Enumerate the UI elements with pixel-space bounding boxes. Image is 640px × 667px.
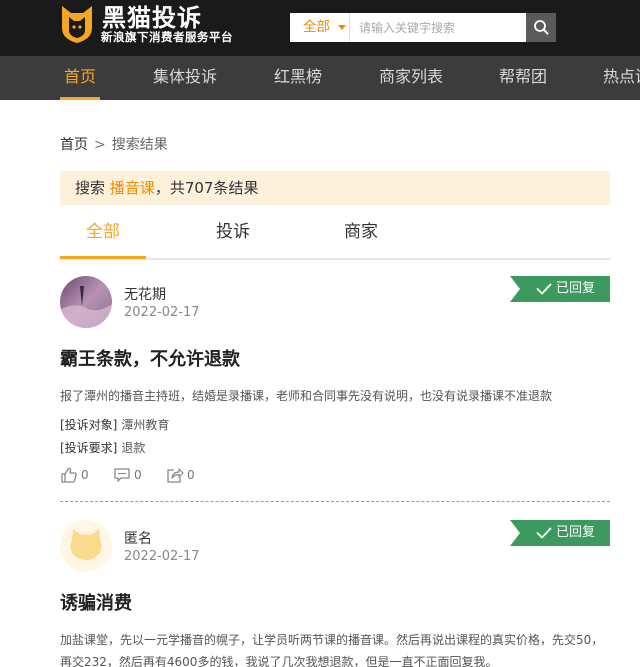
user-photo-icon bbox=[60, 276, 112, 328]
nav-item-hot-topics[interactable]: 热点调 bbox=[603, 56, 640, 100]
search-bar: 全部 bbox=[290, 13, 556, 42]
black-cat-shield-icon[interactable] bbox=[60, 4, 94, 44]
complaint-description[interactable]: 加盐课堂，先以一元学播音的幌子，让学员听两节课的播音课。然后再说出课程的真实价格… bbox=[60, 629, 610, 667]
complaint-description[interactable]: 报了潭州的播音主持班，结婚是录播课，老师和合同事先没有说明，也没有说录播课不准退… bbox=[60, 385, 610, 407]
result-prefix: 搜索 bbox=[75, 179, 106, 197]
search-button[interactable] bbox=[526, 13, 556, 42]
card-divider bbox=[60, 501, 610, 502]
post-date: 2022-02-17 bbox=[124, 305, 200, 320]
breadcrumb: 首页 > 搜索结果 bbox=[60, 136, 168, 154]
breadcrumb-home[interactable]: 首页 bbox=[60, 137, 88, 153]
comment-count: 0 bbox=[134, 468, 142, 482]
nav-item-help-group[interactable]: 帮帮团 bbox=[499, 56, 547, 100]
tab-all[interactable]: 全部 bbox=[60, 210, 146, 258]
search-input[interactable] bbox=[351, 13, 526, 42]
badge-notch bbox=[510, 276, 520, 302]
avatar[interactable] bbox=[60, 276, 112, 328]
status-badge: 已回复 bbox=[510, 276, 610, 302]
status-badge: 已回复 bbox=[510, 520, 610, 546]
speech-bubble-icon bbox=[114, 468, 130, 482]
cat-face-icon bbox=[60, 520, 112, 572]
result-keyword: 播音课 bbox=[109, 179, 155, 197]
tab-active-indicator bbox=[60, 256, 146, 259]
caret-down-icon bbox=[338, 25, 346, 30]
nav-active-indicator bbox=[60, 97, 100, 100]
complaint-card[interactable]: 匿名 2022-02-17 已回复 诱骗消费 加盐课堂，先以一元学播音的幌子，让… bbox=[60, 520, 610, 667]
complaint-demand-value: 退款 bbox=[121, 441, 146, 455]
share-icon bbox=[167, 468, 184, 483]
tab-complaints[interactable]: 投诉 bbox=[190, 210, 276, 258]
search-scope-dropdown[interactable]: 全部 bbox=[290, 13, 350, 42]
breadcrumb-current: 搜索结果 bbox=[111, 137, 168, 153]
brand-slogan: 新浪旗下消费者服务平台 bbox=[101, 30, 233, 44]
breadcrumb-separator: > bbox=[94, 137, 106, 153]
check-icon bbox=[536, 283, 552, 295]
result-count: ，共707条结果 bbox=[154, 179, 259, 197]
share-count: 0 bbox=[187, 468, 195, 482]
complaint-card[interactable]: 无花期 2022-02-17 已回复 霸王条款，不允许退款 报了潭州的播音主持班… bbox=[60, 276, 610, 486]
complaint-target: [投诉对象] 潭州教育 bbox=[60, 417, 169, 433]
brand-name[interactable]: 黑猫投诉 bbox=[102, 4, 202, 32]
complaint-target-label: [投诉对象] bbox=[60, 418, 118, 432]
main-nav: 首页 集体投诉 红黑榜 商家列表 帮帮团 热点调 bbox=[0, 56, 640, 100]
nav-item-red-black-list[interactable]: 红黑榜 bbox=[274, 56, 322, 100]
check-icon bbox=[536, 527, 552, 539]
nav-item-merchant-list[interactable]: 商家列表 bbox=[379, 56, 443, 100]
complaint-target-value[interactable]: 潭州教育 bbox=[121, 418, 169, 432]
status-label: 已回复 bbox=[556, 525, 596, 540]
result-tabs: 全部 投诉 商家 bbox=[60, 210, 610, 260]
complaint-demand: [投诉要求] 退款 bbox=[60, 440, 145, 456]
like-count: 0 bbox=[81, 468, 89, 482]
magnifier-icon bbox=[534, 20, 549, 35]
status-label: 已回复 bbox=[556, 281, 596, 296]
user-name: 无花期 bbox=[124, 287, 166, 303]
tab-merchants[interactable]: 商家 bbox=[318, 210, 404, 258]
top-header: 黑猫投诉 新浪旗下消费者服务平台 全部 bbox=[0, 0, 640, 56]
complaint-demand-label: [投诉要求] bbox=[60, 441, 118, 455]
post-date: 2022-02-17 bbox=[124, 549, 200, 564]
nav-item-home[interactable]: 首页 bbox=[64, 56, 96, 100]
search-result-summary: 搜索 播音课，共707条结果 bbox=[60, 171, 610, 205]
search-scope-label: 全部 bbox=[303, 19, 330, 35]
user-name: 匿名 bbox=[124, 531, 152, 547]
badge-notch bbox=[510, 520, 520, 546]
complaint-title[interactable]: 诱骗消费 bbox=[60, 592, 132, 616]
nav-item-group-complaints[interactable]: 集体投诉 bbox=[153, 56, 217, 100]
complaint-title[interactable]: 霸王条款，不允许退款 bbox=[60, 348, 240, 372]
thumbs-up-icon bbox=[61, 467, 77, 483]
avatar[interactable] bbox=[60, 520, 112, 572]
